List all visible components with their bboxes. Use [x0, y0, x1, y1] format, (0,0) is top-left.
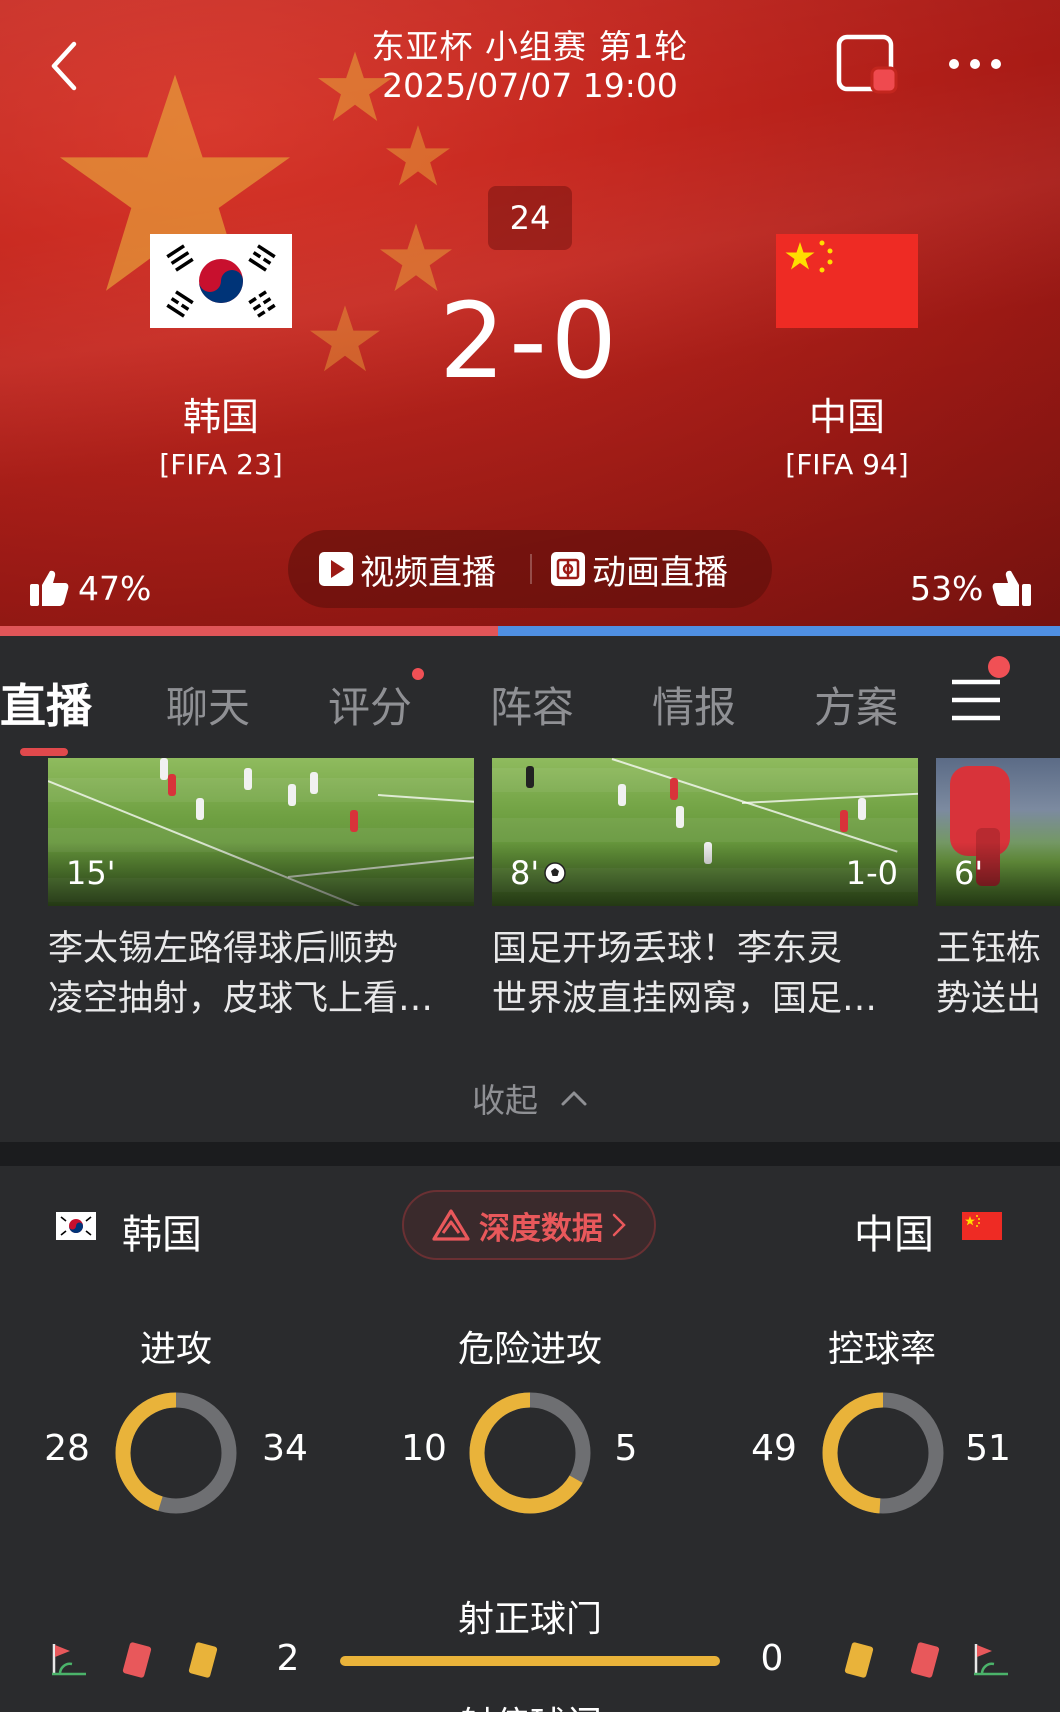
highlight-video-list: 15' 李太锡左路得球后顺势 凌空抽射，皮球飞上看… 8' 1-0 国足开场丢球	[0, 758, 1060, 1058]
match-header: 东亚杯 小组赛 第1轮 2025/07/07 19:00 24 2-0 韩国 […	[0, 0, 1060, 626]
tab-bar: 直播 聊天 评分 阵容 情报 方案	[0, 636, 1060, 758]
away-team-name: 中国	[808, 395, 885, 439]
video-card[interactable]: 8' 1-0 国足开场丢球！李东灵 世界波直挂网窝，国足…	[492, 758, 918, 1024]
home-support-fill	[0, 626, 499, 636]
shots-on-target-away: 0	[760, 1638, 784, 1679]
collapse-label: 收起	[472, 1081, 538, 1120]
video-thumbnail: 15'	[48, 758, 474, 906]
next-stat-label: 射偏球门	[0, 1696, 1060, 1712]
video-title: 李太锡左路得球后顺势 凌空抽射，皮球飞上看…	[48, 929, 434, 1019]
tab-plan[interactable]: 方案	[814, 674, 898, 735]
warning-triangle-icon	[432, 1209, 470, 1241]
tab-chat[interactable]: 聊天	[166, 674, 250, 735]
home-support[interactable]: 47%	[28, 568, 151, 608]
away-support[interactable]: 53%	[910, 568, 1033, 608]
match-minute: 24	[488, 186, 572, 250]
metric-label: 进攻	[139, 1329, 212, 1370]
video-thumbnail: 6'	[936, 758, 1060, 906]
football-icon	[544, 862, 566, 884]
play-icon	[319, 552, 353, 586]
video-minute: 8'	[510, 854, 567, 892]
corner-flag-icon	[52, 1644, 86, 1676]
video-title: 王钰栋 势送出	[936, 929, 1042, 1019]
metric-donut	[115, 1392, 237, 1514]
video-live-label: 视频直播	[360, 552, 496, 593]
background-star-icon	[386, 125, 450, 186]
metric-label: 控球率	[827, 1329, 936, 1370]
metric-donut	[469, 1392, 591, 1514]
yellow-card-icon	[844, 1642, 874, 1678]
metric-away-value: 51	[965, 1428, 1011, 1469]
animation-live-button[interactable]: 动画直播	[550, 530, 728, 608]
video-card[interactable]: 6' 王钰栋 势送出	[936, 758, 1060, 1024]
red-card-icon	[122, 1642, 152, 1678]
tab-lineup[interactable]: 阵容	[490, 674, 574, 735]
tab-live[interactable]: 直播	[0, 670, 92, 736]
menu-icon[interactable]	[952, 678, 1000, 722]
video-thumbnail: 8' 1-0	[492, 758, 918, 906]
menu-notification-dot	[988, 656, 1010, 678]
thumbs-up-icon	[992, 570, 1032, 606]
animation-live-label: 动画直播	[592, 552, 728, 593]
video-minute: 6'	[954, 854, 984, 892]
thumbs-up-icon	[30, 570, 69, 606]
video-live-button[interactable]: 视频直播	[318, 530, 496, 608]
home-team-name: 韩国	[122, 1212, 202, 1258]
support-ratio-bar	[0, 626, 1060, 636]
animation-pitch-icon	[551, 552, 585, 586]
collapse-button[interactable]: 收起	[0, 1074, 1060, 1122]
metric-donut	[822, 1392, 944, 1514]
shots-on-target-bar	[340, 1656, 720, 1666]
competition-title: 东亚杯 小组赛 第1轮	[371, 27, 689, 66]
home-fifa-rank: [FIFA 23]	[159, 448, 283, 481]
active-tab-indicator	[20, 748, 68, 756]
yellow-card-icon	[188, 1642, 218, 1678]
pill-divider	[530, 554, 532, 584]
section-divider	[0, 1142, 1060, 1166]
match-datetime: 2025/07/07 19:00	[382, 66, 678, 105]
video-minute: 15'	[66, 854, 116, 892]
metric-away-value: 34	[262, 1428, 308, 1469]
chevron-up-icon	[561, 1091, 587, 1106]
metric-home-value: 49	[751, 1428, 797, 1469]
match-stats: 韩国 深度数据 中国 进攻 28 34 危险进攻 10 5 控球率 49 51 …	[0, 1166, 1060, 1712]
more-options-icon[interactable]	[946, 54, 1004, 74]
deep-data-label: 深度数据	[479, 1210, 603, 1247]
metric-home-value: 28	[44, 1428, 90, 1469]
video-score: 1-0	[845, 854, 898, 892]
away-team-name: 中国	[854, 1212, 934, 1258]
away-support-percent: 53%	[910, 568, 984, 608]
tab-rating[interactable]: 评分	[328, 674, 412, 735]
live-options: 视频直播 动画直播	[288, 530, 772, 608]
picture-in-picture-icon[interactable]	[836, 34, 898, 96]
metric-home-value: 10	[401, 1428, 447, 1469]
metric-away-value: 5	[614, 1428, 638, 1469]
red-card-icon	[910, 1642, 940, 1678]
shots-on-target-label: 射正球门	[457, 1599, 602, 1640]
shots-on-target-home: 2	[276, 1638, 300, 1679]
metric-label: 危险进攻	[457, 1329, 602, 1370]
corner-flag-icon	[974, 1644, 1008, 1676]
china-flag-icon	[962, 1212, 1002, 1240]
rating-notification-dot	[412, 668, 424, 680]
home-team-name: 韩国	[182, 395, 259, 439]
away-fifa-rank: [FIFA 94]	[785, 448, 909, 481]
chevron-right-icon	[612, 1213, 626, 1237]
korea-flag-icon	[56, 1212, 96, 1240]
tab-intel[interactable]: 情报	[652, 674, 736, 735]
deep-data-button[interactable]: 深度数据	[402, 1190, 656, 1260]
match-score: 2-0	[439, 280, 621, 402]
video-title: 国足开场丢球！李东灵 世界波直挂网窝，国足…	[492, 929, 878, 1019]
home-support-percent: 47%	[78, 568, 152, 608]
video-card[interactable]: 15' 李太锡左路得球后顺势 凌空抽射，皮球飞上看…	[48, 758, 474, 1024]
